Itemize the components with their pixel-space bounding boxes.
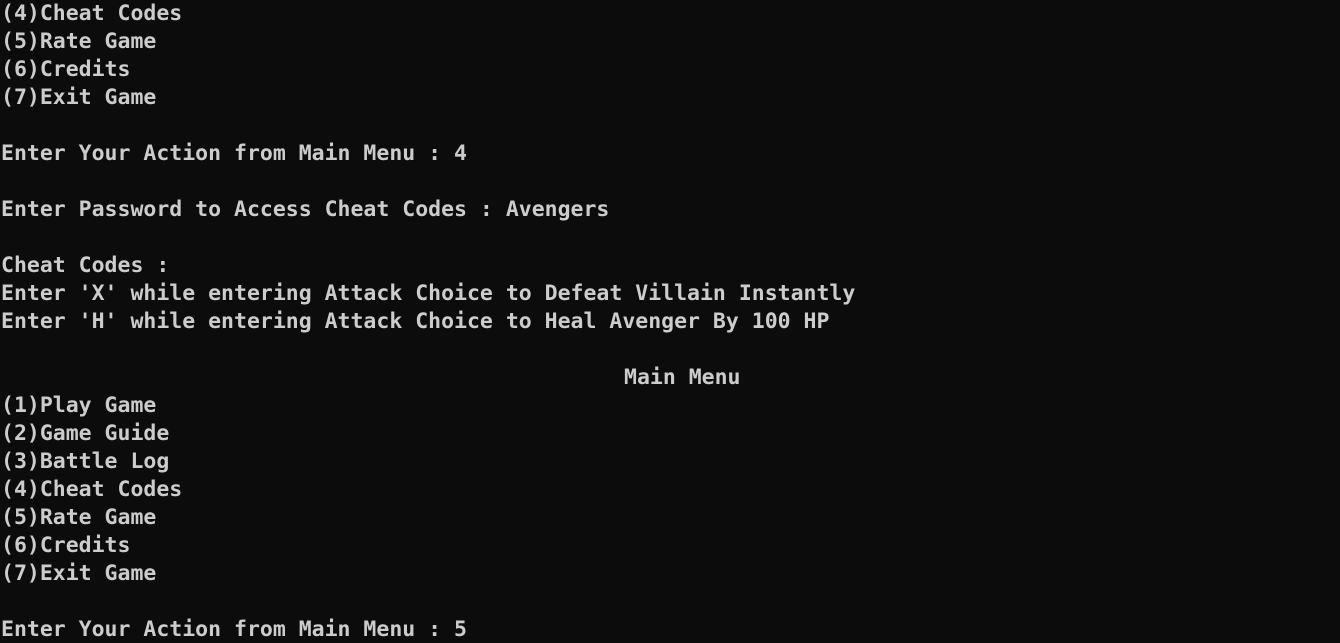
menu-option-rate-game: (5)Rate Game xyxy=(1,505,157,530)
console-window[interactable]: (4)Cheat Codes (5)Rate Game (6)Credits (… xyxy=(0,0,1340,643)
menu-option-credits: (6)Credits xyxy=(1,57,131,82)
password-prompt: Enter Password to Access Cheat Codes : A… xyxy=(1,197,610,222)
menu-option-game-guide: (2)Game Guide xyxy=(1,421,170,446)
cheat-code-h-line: Enter 'H' while entering Attack Choice t… xyxy=(1,309,830,334)
action-prompt: Enter Your Action from Main Menu : 4 xyxy=(1,141,467,166)
menu-option-rate-game: (5)Rate Game xyxy=(1,29,157,54)
cheat-code-x-line: Enter 'X' while entering Attack Choice t… xyxy=(1,281,856,306)
cheat-codes-heading: Cheat Codes : xyxy=(1,253,170,278)
menu-option-exit-game: (7)Exit Game xyxy=(1,85,157,110)
menu-option-play-game: (1)Play Game xyxy=(1,393,157,418)
menu-option-credits: (6)Credits xyxy=(1,533,131,558)
main-menu-title: Main Menu xyxy=(624,365,741,390)
menu-option-cheat-codes: (4)Cheat Codes xyxy=(1,477,183,502)
menu-option-battle-log: (3)Battle Log xyxy=(1,449,170,474)
menu-option-cheat-codes: (4)Cheat Codes xyxy=(1,1,183,26)
action-prompt[interactable]: Enter Your Action from Main Menu : 5 xyxy=(1,616,467,643)
menu-option-exit-game: (7)Exit Game xyxy=(1,561,157,586)
